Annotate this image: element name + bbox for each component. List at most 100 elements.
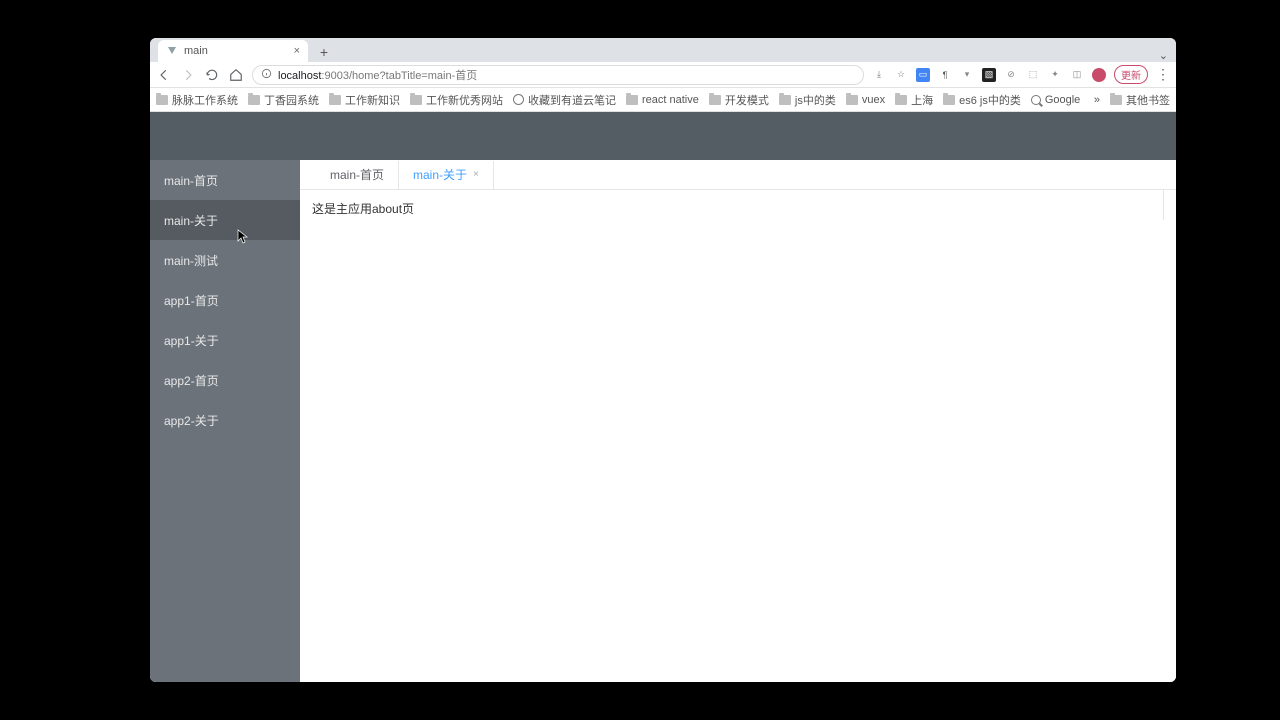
bookmark-item[interactable]: 收藏到有道云笔记 [513, 92, 616, 108]
sidebar-item-label: main-关于 [164, 212, 218, 229]
folder-icon [329, 95, 341, 105]
folder-icon [156, 95, 168, 105]
bookmark-label: 脉脉工作系统 [172, 92, 238, 108]
other-bookmarks[interactable]: 其他书签 [1110, 92, 1170, 108]
folder-icon [943, 95, 955, 105]
bookmark-label: Google [1045, 94, 1080, 106]
bookmarks-overflow-chevron[interactable]: » [1094, 94, 1100, 106]
bookmark-item[interactable]: 脉脉工作系统 [156, 92, 238, 108]
sidebar-item[interactable]: main-首页 [150, 160, 300, 200]
page-tabs: main-首页 main-关于 × [300, 160, 1176, 190]
profile-avatar[interactable] [1092, 68, 1106, 82]
browser-tabstrip: main × + ⌄ [150, 38, 1176, 62]
bookmark-item[interactable]: js中的类 [779, 92, 836, 108]
new-tab-button[interactable]: + [314, 42, 334, 62]
toolbar-right: ⤓ ☆ ▭ ¶ ▾ ▧ ⊘ ⬚ ✦ ◫ 更新 ⋮ [872, 65, 1170, 84]
extension-icon[interactable]: ¶ [938, 68, 952, 82]
folder-icon [779, 95, 791, 105]
sidebar: main-首页 main-关于 main-测试 app1-首页 app1-关于 app2-… [150, 160, 300, 682]
extension-icon[interactable]: ▧ [982, 68, 996, 82]
globe-icon [513, 94, 524, 105]
address-bar[interactable]: localhost:9003/home?tabTitle=main-首页 [252, 65, 864, 85]
browser-toolbar: localhost:9003/home?tabTitle=main-首页 ⤓ ☆… [150, 62, 1176, 88]
divider [1163, 190, 1164, 220]
bookmark-item[interactable]: 丁香园系统 [248, 92, 319, 108]
sidebar-item-label: app2-关于 [164, 412, 219, 429]
update-button[interactable]: 更新 [1114, 65, 1148, 84]
browser-window: main × + ⌄ localhost:9003/home?tabTitle=… [150, 38, 1176, 682]
bookmark-item[interactable]: 开发模式 [709, 92, 769, 108]
bookmark-label: 工作新知识 [345, 92, 400, 108]
sidebar-item-label: main-首页 [164, 172, 218, 189]
app-viewport: main-首页 main-关于 main-测试 app1-首页 app1-关于 app2-… [150, 112, 1176, 682]
vue-favicon-icon [166, 45, 178, 57]
sidebar-item[interactable]: app2-首页 [150, 360, 300, 400]
bookmark-label: vuex [862, 94, 885, 106]
bookmark-item[interactable]: react native [626, 94, 699, 106]
other-bookmarks-label: 其他书签 [1126, 92, 1170, 108]
bookmark-label: 工作新优秀网站 [426, 92, 503, 108]
sidebar-item-label: main-测试 [164, 252, 218, 269]
bookmark-item[interactable]: 工作新优秀网站 [410, 92, 503, 108]
bookmark-label: 收藏到有道云笔记 [528, 92, 616, 108]
address-host: localhost [278, 70, 321, 82]
folder-icon [626, 95, 638, 105]
folder-icon [410, 95, 422, 105]
extension-icon[interactable]: ⊘ [1004, 68, 1018, 82]
page-tab[interactable]: main-关于 × [399, 161, 494, 189]
folder-icon [895, 95, 907, 105]
sidebar-item[interactable]: main-测试 [150, 240, 300, 280]
sidebar-item[interactable]: app2-关于 [150, 400, 300, 440]
folder-icon [709, 95, 721, 105]
bookmark-item[interactable]: 工作新知识 [329, 92, 400, 108]
close-icon[interactable]: × [294, 45, 300, 57]
bookmark-label: 开发模式 [725, 92, 769, 108]
search-icon [1031, 95, 1041, 105]
star-icon[interactable]: ☆ [894, 68, 908, 82]
browser-tab[interactable]: main × [158, 40, 308, 62]
sidepanel-icon[interactable]: ◫ [1070, 68, 1084, 82]
bookmark-label: es6 js中的类 [959, 92, 1021, 108]
bookmark-label: react native [642, 94, 699, 106]
sidebar-item[interactable]: app1-首页 [150, 280, 300, 320]
bookmark-item[interactable]: vuex [846, 94, 885, 106]
close-icon[interactable]: × [473, 169, 479, 180]
install-icon[interactable]: ⤓ [872, 68, 886, 82]
extension-icon[interactable]: ⬚ [1026, 68, 1040, 82]
extension-icon[interactable]: ▾ [960, 68, 974, 82]
app-header [150, 112, 1176, 160]
kebab-menu-icon[interactable]: ⋮ [1156, 66, 1170, 83]
forward-button[interactable] [180, 67, 196, 83]
sidebar-item[interactable]: main-关于 [150, 200, 300, 240]
extension-icon[interactable]: ▭ [916, 68, 930, 82]
bookmark-label: 上海 [911, 92, 933, 108]
folder-icon [846, 95, 858, 105]
bookmark-item[interactable]: es6 js中的类 [943, 92, 1021, 108]
page-tab-label: main-关于 [413, 166, 467, 183]
folder-icon [1110, 95, 1122, 105]
browser-tab-title: main [184, 45, 288, 57]
bookmark-label: 丁香园系统 [264, 92, 319, 108]
sidebar-item-label: app1-首页 [164, 292, 219, 309]
address-text: localhost:9003/home?tabTitle=main-首页 [278, 67, 477, 83]
bookmarks-bar: 脉脉工作系统 丁香园系统 工作新知识 工作新优秀网站 收藏到有道云笔记 react nat… [150, 88, 1176, 112]
sidebar-item-label: app1-关于 [164, 332, 219, 349]
chevron-down-icon[interactable]: ⌄ [1159, 49, 1168, 62]
bookmark-item[interactable]: 上海 [895, 92, 933, 108]
page-tab-label: main-首页 [330, 166, 384, 183]
site-info-icon[interactable] [261, 68, 272, 82]
content-area: main-首页 main-关于 × 这是主应用about页 [300, 160, 1176, 682]
address-path: /home?tabTitle=main-首页 [349, 70, 477, 82]
reload-button[interactable] [204, 67, 220, 83]
page-text: 这是主应用about页 [312, 202, 414, 216]
address-port: :9003 [321, 70, 349, 82]
app-body: main-首页 main-关于 main-测试 app1-首页 app1-关于 app2-… [150, 160, 1176, 682]
sidebar-item[interactable]: app1-关于 [150, 320, 300, 360]
back-button[interactable] [156, 67, 172, 83]
folder-icon [248, 95, 260, 105]
home-button[interactable] [228, 67, 244, 83]
page-tab[interactable]: main-首页 [316, 161, 399, 189]
bookmark-item[interactable]: Google [1031, 94, 1080, 106]
bookmarks-overflow: » 其他书签 [1094, 92, 1170, 108]
extensions-icon[interactable]: ✦ [1048, 68, 1062, 82]
